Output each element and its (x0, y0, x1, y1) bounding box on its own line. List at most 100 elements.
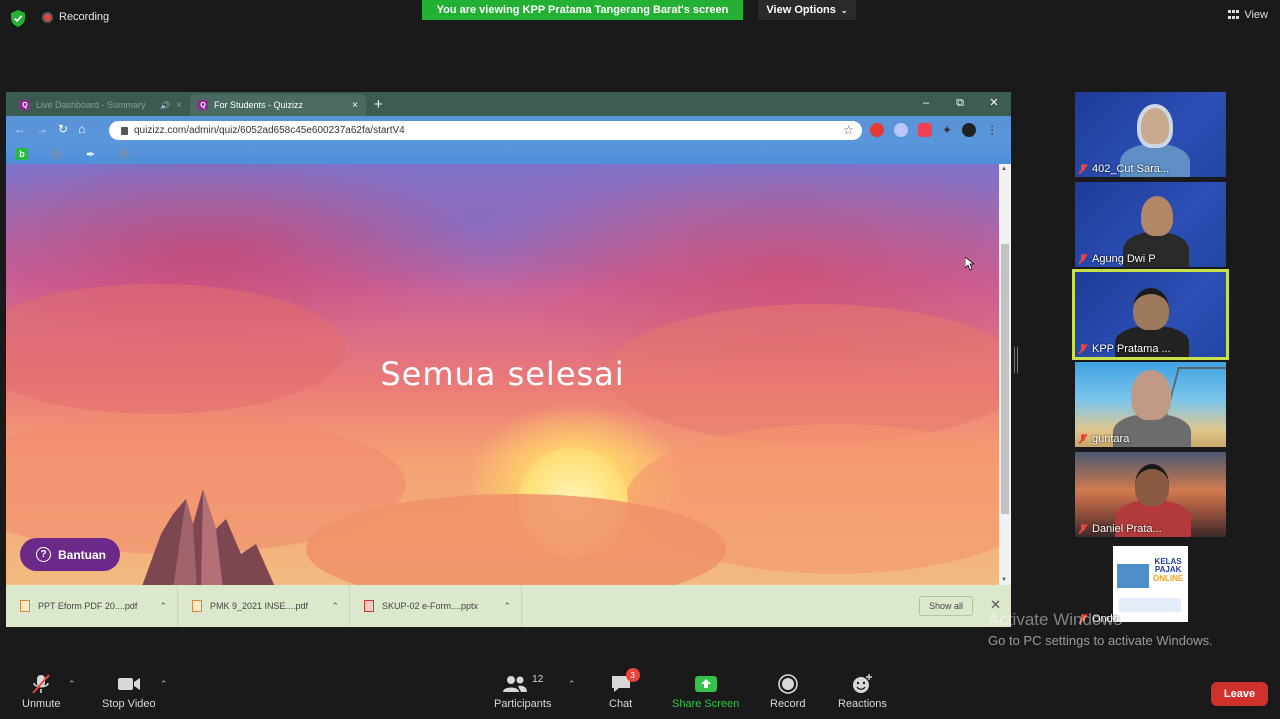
person-video (1131, 370, 1171, 420)
activate-windows-subtitle: Go to PC settings to activate Windows. (988, 633, 1213, 648)
more-menu-icon[interactable]: ⋮ (986, 123, 998, 137)
poster-photo (1117, 564, 1149, 588)
url-field[interactable]: quizizz.com/admin/quiz/6052ad658c45e6002… (109, 121, 862, 140)
show-all-downloads-button[interactable]: Show all (918, 596, 973, 616)
view-button[interactable]: View (1228, 9, 1268, 21)
tab-label: Live Dashboard - Summary (36, 100, 146, 110)
record-button[interactable]: Record (770, 674, 805, 710)
participant-name: KPP Pratama ... (1079, 343, 1171, 355)
unmute-button[interactable]: Unmute (22, 674, 61, 710)
download-item[interactable]: PMK 9_2021 INSE....pdf ⌃ (178, 585, 350, 627)
person-video (1133, 288, 1169, 330)
video-options-caret-icon[interactable]: ⌃ (160, 679, 168, 690)
participants-button[interactable]: 12 Participants (494, 674, 552, 711)
chevron-up-icon[interactable]: ⌃ (331, 601, 339, 612)
scroll-up-icon[interactable]: ▲ (1001, 166, 1007, 172)
audio-options-caret-icon[interactable]: ⌃ (68, 679, 76, 690)
browser-address-bar: ← → ↻ ⌂ quizizz.com/admin/quiz/6052ad658… (6, 116, 1011, 144)
participant-name: Daniel Prata... (1079, 523, 1162, 535)
bookmark-globe-icon[interactable] (119, 149, 130, 159)
leave-button[interactable]: Leave (1211, 682, 1268, 706)
participant-tile[interactable]: Agung Dwi P (1075, 182, 1226, 267)
downloads-bar: PPT Eform PDF 20....pdf ⌃ PMK 9_2021 INS… (6, 585, 1011, 627)
mic-muted-icon (1079, 344, 1087, 354)
download-filename: SKUP-02 e-Form....pptx (382, 601, 479, 611)
smiley-plus-icon (851, 674, 873, 694)
new-tab-icon[interactable]: + (374, 96, 383, 113)
browser-tab-live-dashboard[interactable]: Q Live Dashboard - Summary 🔊 × (12, 94, 190, 116)
share-screen-button[interactable]: Share Screen (672, 674, 739, 710)
poster-title-line: ONLINE (1153, 573, 1184, 583)
home-icon[interactable]: ⌂ (78, 122, 85, 136)
panel-resize-handle[interactable] (1014, 347, 1018, 373)
chevron-up-icon[interactable]: ⌃ (503, 601, 511, 612)
reactions-button[interactable]: Reactions (838, 674, 887, 710)
participants-icon: 12 (502, 674, 543, 694)
bookmark-globe-icon[interactable] (52, 149, 62, 159)
window-controls: – ⧉ ✕ (909, 92, 1011, 114)
scrollbar-thumb[interactable] (1001, 244, 1009, 514)
participant-name: Agung Dwi P (1079, 253, 1156, 265)
chat-label: Chat (609, 698, 633, 710)
question-icon: ? (36, 547, 51, 562)
chat-extension-icon[interactable] (894, 123, 908, 137)
chat-unread-badge: 3 (625, 668, 640, 682)
pocket-extension-icon[interactable] (918, 123, 932, 137)
video-camera-icon (117, 674, 141, 694)
lock-icon (121, 126, 128, 135)
restore-icon[interactable]: ⧉ (943, 92, 977, 114)
view-options-button[interactable]: View Options ⌄ (758, 0, 856, 20)
quizizz-favicon-icon: Q (198, 100, 208, 110)
back-icon[interactable]: ← (14, 122, 26, 136)
reload-icon[interactable]: ↻ (58, 122, 68, 136)
bookmark-star-icon[interactable]: ☆ (843, 123, 854, 137)
forward-icon[interactable]: → (36, 122, 48, 136)
mouse-cursor-icon (965, 257, 974, 271)
recording-dot-icon (42, 11, 53, 23)
minimize-icon[interactable]: – (909, 92, 943, 114)
page-scrollbar[interactable]: ▲ ▼ (999, 164, 1011, 585)
participants-label: Participants (494, 698, 552, 710)
help-button-label: Bantuan (58, 547, 106, 562)
close-window-icon[interactable]: ✕ (977, 92, 1011, 114)
recording-indicator[interactable]: Recording (42, 11, 109, 23)
chat-bubble-icon: 3 (610, 668, 640, 694)
participant-tile[interactable]: guntara (1075, 362, 1226, 447)
download-filename: PPT Eform PDF 20....pdf (38, 601, 138, 611)
puzzle-extensions-icon[interactable]: ✦ (942, 123, 952, 137)
adblock-extension-icon[interactable] (870, 123, 884, 137)
participants-caret-icon[interactable]: ⌃ (568, 679, 576, 690)
security-shield-icon[interactable] (10, 10, 26, 27)
recording-label: Recording (59, 11, 110, 23)
reactions-label: Reactions (838, 698, 887, 710)
bookmark-b-icon[interactable]: b (16, 148, 28, 160)
pptx-file-icon (364, 600, 374, 612)
participant-tile[interactable]: 402_Cut Sara... (1075, 92, 1226, 177)
stop-video-label: Stop Video (102, 698, 156, 710)
participant-tile[interactable]: Daniel Prata... (1075, 452, 1226, 537)
browser-tabstrip: Q Live Dashboard - Summary 🔊 × Q For Stu… (6, 92, 1011, 116)
help-button[interactable]: ? Bantuan (20, 538, 120, 571)
chat-button[interactable]: 3 Chat (609, 668, 640, 710)
participants-count: 12 (532, 673, 544, 685)
speaker-icon: 🔊 (160, 100, 171, 110)
participant-tile-active-speaker[interactable]: KPP Pratama ... (1072, 269, 1229, 360)
close-tab-icon[interactable]: × (176, 100, 182, 111)
nav-buttons: ← → ↻ ⌂ (14, 122, 85, 136)
chevron-up-icon[interactable]: ⌃ (159, 601, 167, 612)
mic-muted-icon (1079, 524, 1087, 534)
share-screen-icon (694, 674, 718, 694)
meeting-topbar: Recording You are viewing KPP Pratama Ta… (0, 0, 1280, 38)
browser-tab-for-students[interactable]: Q For Students - Quizizz × (190, 94, 366, 116)
profile-avatar-icon[interactable] (962, 123, 977, 137)
extensions-bar: ✦ ⋮ (870, 123, 998, 137)
download-item[interactable]: SKUP-02 e-Form....pptx ⌃ (350, 585, 522, 627)
close-tab-icon[interactable]: × (352, 100, 358, 111)
record-label: Record (770, 698, 806, 710)
chevron-down-icon: ⌄ (840, 5, 848, 15)
quiz-page-viewport: Semua selesai ? Bantuan (6, 164, 999, 585)
bookmark-feather-icon[interactable]: ✒ (86, 148, 95, 161)
download-item[interactable]: PPT Eform PDF 20....pdf ⌃ (6, 585, 178, 627)
stop-video-button[interactable]: Stop Video (102, 674, 156, 710)
scroll-down-icon[interactable]: ▼ (1001, 577, 1007, 583)
